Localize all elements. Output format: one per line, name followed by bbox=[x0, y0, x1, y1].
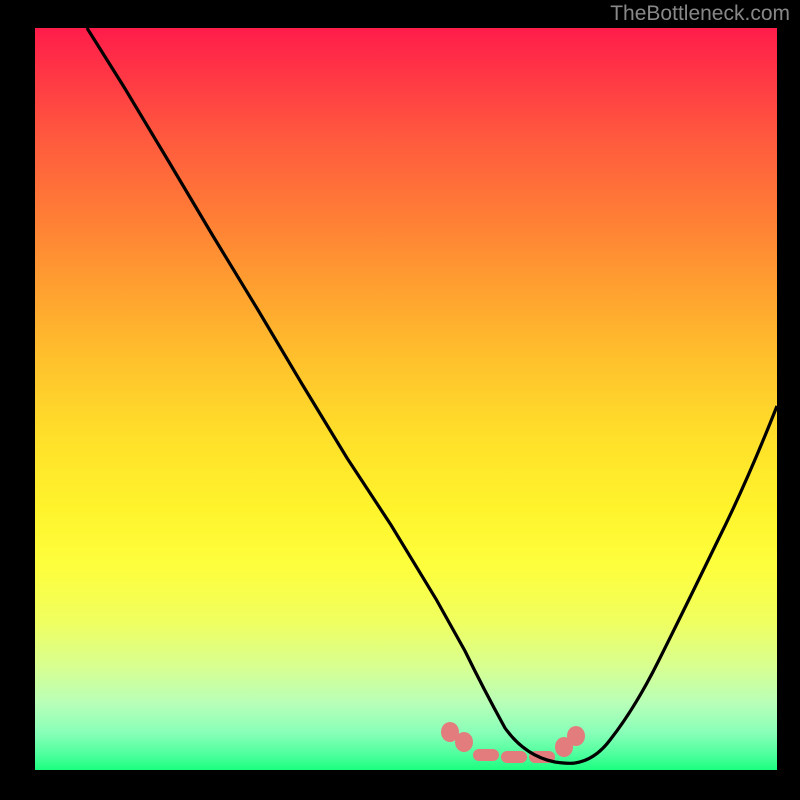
chart-plot-area bbox=[35, 28, 777, 770]
highlight-marker bbox=[567, 726, 585, 746]
gradient-background bbox=[35, 28, 777, 770]
highlight-marker bbox=[501, 751, 527, 763]
highlight-marker bbox=[473, 749, 499, 761]
highlight-marker bbox=[455, 732, 473, 752]
watermark-label: TheBottleneck.com bbox=[610, 2, 790, 26]
highlight-marker bbox=[529, 751, 555, 763]
